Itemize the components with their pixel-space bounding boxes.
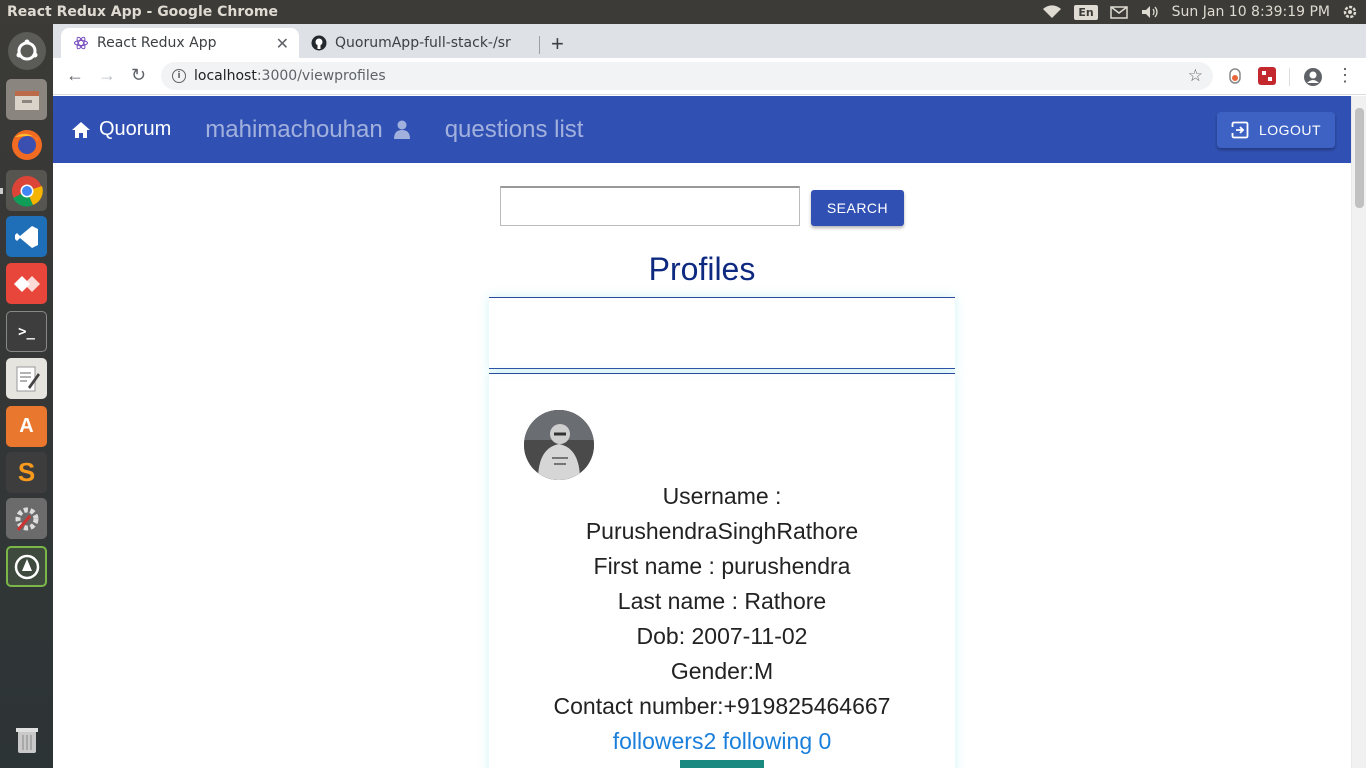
tab-divider (539, 36, 540, 54)
os-top-bar: React Redux App - Google Chrome En Sun J… (0, 0, 1366, 24)
last-name: Last name : Rathore (617, 588, 827, 614)
bookmark-star-icon[interactable]: ☆ (1188, 66, 1203, 86)
react-favicon-icon (73, 35, 89, 51)
profile-card-header (489, 297, 955, 369)
tab-title: QuorumApp-full-stack-/sr (335, 35, 511, 51)
ubuntu-launcher: >_ A S (0, 24, 53, 768)
new-tab-icon[interactable]: + (551, 31, 564, 57)
questions-list-label: questions list (444, 115, 584, 143)
scrollbar-thumb[interactable] (1355, 108, 1364, 208)
site-info-icon[interactable]: i (172, 69, 186, 83)
tab-react-redux-app[interactable]: React Redux App ✕ (61, 28, 299, 58)
logout-icon (1230, 121, 1249, 139)
address-bar[interactable]: i localhost:3000/viewprofiles ☆ (161, 62, 1213, 90)
back-icon[interactable]: ← (66, 65, 84, 86)
toolbar-divider (1289, 68, 1290, 86)
browser-tab-strip: React Redux App ✕ QuorumApp-full-stack-/… (53, 24, 1366, 58)
page-viewport: Quorum mahimachouhan questions list LOGO… (53, 96, 1351, 768)
extension-record-icon[interactable] (1226, 67, 1244, 85)
first-name: First name : purushendra (593, 553, 851, 579)
github-icon (311, 35, 327, 51)
anydesk-icon[interactable] (6, 263, 47, 304)
running-indicator (0, 188, 3, 194)
logout-label: LOGOUT (1258, 122, 1322, 138)
terminal-icon[interactable]: >_ (6, 311, 47, 352)
trash-icon[interactable] (6, 719, 47, 760)
username-value: PurushendraSinghRathore (585, 518, 859, 544)
contact-number: Contact number:+919825464667 (553, 693, 891, 719)
user-profile-link[interactable]: mahimachouhan (205, 116, 410, 144)
chrome-icon[interactable] (6, 170, 47, 211)
keyboard-layout-indicator[interactable]: En (1074, 4, 1098, 20)
extension-red-icon[interactable] (1258, 67, 1276, 85)
search-button[interactable]: SEARCH (811, 190, 904, 226)
dob: Dob: 2007-11-02 (636, 623, 808, 649)
avatar[interactable] (524, 410, 594, 480)
url-path: :3000/viewprofiles (256, 68, 386, 84)
profile-card: Username : PurushendraSinghRathore First… (489, 373, 955, 768)
profile-account-icon[interactable] (1303, 67, 1322, 86)
brand-link[interactable]: Quorum (71, 118, 171, 141)
chrome-menu-icon[interactable]: ⋮ (1336, 65, 1354, 86)
system-settings-icon[interactable] (6, 498, 47, 539)
clock[interactable]: Sun Jan 10 8:39:19 PM (1172, 4, 1330, 20)
tab-quorumapp-github[interactable]: QuorumApp-full-stack-/sr (299, 28, 537, 58)
brand-label: Quorum (99, 118, 172, 140)
follow-stats-link[interactable]: followers2 following 0 (489, 724, 955, 759)
text-editor-icon[interactable] (6, 358, 47, 399)
forward-icon[interactable]: → (98, 65, 116, 86)
power-gear-icon[interactable] (1342, 4, 1358, 20)
page-title: Profiles (648, 251, 756, 287)
window-title: React Redux App - Google Chrome (7, 4, 278, 20)
page-scrollbar[interactable] (1351, 96, 1366, 768)
follow-button[interactable] (680, 760, 764, 768)
username-label: mahimachouhan (205, 115, 383, 143)
questions-list-link[interactable]: questions list (445, 116, 584, 144)
reload-icon[interactable]: ↻ (131, 65, 146, 86)
home-icon (72, 121, 90, 138)
gender: Gender:M (670, 658, 774, 684)
close-tab-icon[interactable]: ✕ (276, 34, 289, 53)
wifi-icon[interactable] (1042, 5, 1062, 19)
software-updater-icon[interactable] (6, 546, 47, 587)
browser-toolbar: ← → ↻ i localhost:3000/viewprofiles ☆ ⋮ (53, 58, 1366, 95)
logout-button[interactable]: LOGOUT (1217, 112, 1335, 148)
ubuntu-dash-icon[interactable] (8, 32, 46, 70)
software-center-icon[interactable]: A (6, 406, 47, 447)
search-input[interactable] (500, 186, 800, 226)
app-navbar: Quorum mahimachouhan questions list LOGO… (53, 96, 1351, 163)
volume-icon[interactable] (1140, 5, 1160, 19)
tab-title: React Redux App (97, 35, 217, 51)
mail-icon[interactable] (1109, 5, 1128, 19)
profile-details: Username : PurushendraSinghRathore First… (489, 479, 955, 759)
system-indicators: En Sun Jan 10 8:39:19 PM (1042, 4, 1366, 20)
user-icon (393, 120, 410, 139)
files-icon[interactable] (6, 79, 47, 120)
username-line: Username : (662, 483, 782, 509)
sublime-text-icon[interactable]: S (6, 452, 47, 493)
url-host: localhost (194, 68, 257, 84)
vscode-icon[interactable] (6, 216, 47, 257)
firefox-icon[interactable] (6, 124, 47, 165)
